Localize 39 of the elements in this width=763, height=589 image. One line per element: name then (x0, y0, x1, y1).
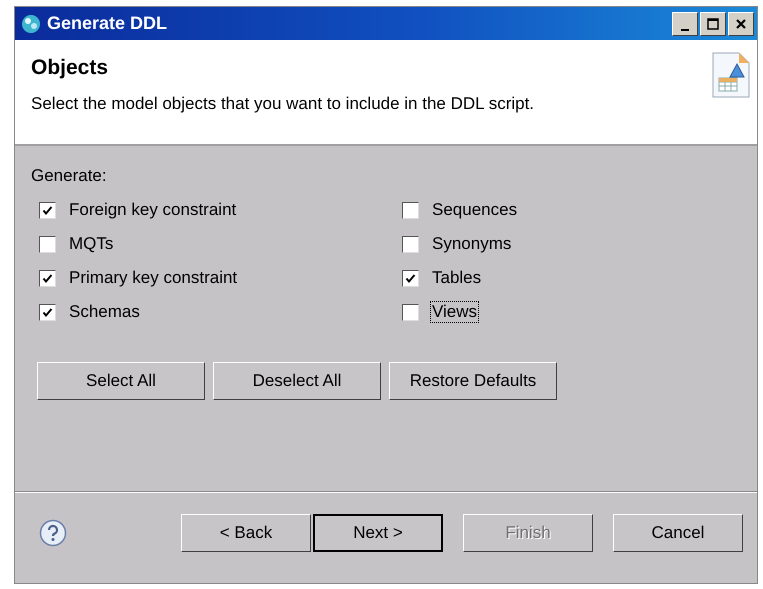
checkmark-icon (42, 306, 53, 318)
checkbox[interactable] (402, 236, 419, 252)
help-icon[interactable] (39, 519, 67, 547)
checkmark-icon (42, 272, 53, 284)
checkbox[interactable] (39, 270, 56, 286)
selection-button[interactable]: Select All (37, 362, 205, 400)
checkbox-label[interactable]: Synonyms (430, 233, 514, 255)
checkbox-label[interactable]: MQTs (67, 233, 116, 255)
selection-button[interactable]: Deselect All (213, 362, 381, 400)
globe-icon (21, 14, 41, 34)
minimize-icon (681, 28, 689, 30)
checkbox[interactable] (402, 304, 419, 320)
document-table-icon (711, 52, 751, 98)
checkbox-label[interactable]: Foreign key constraint (67, 199, 238, 221)
checkbox-label[interactable]: Views (430, 301, 480, 323)
checkbox[interactable] (402, 270, 419, 286)
checkbox[interactable] (39, 304, 56, 320)
generate-label: Generate: (31, 166, 108, 186)
minimize-button[interactable] (672, 12, 698, 36)
page-title: Objects (31, 56, 110, 80)
checkbox[interactable] (39, 236, 56, 252)
checkbox[interactable] (39, 202, 56, 218)
close-icon (735, 18, 747, 30)
wizard-button[interactable]: Cancel (613, 514, 743, 552)
page-description: Select the model objects that you want to include in the DDL script. (31, 94, 534, 114)
checkbox[interactable] (402, 202, 419, 218)
checkmark-icon (42, 204, 53, 216)
checkbox-label[interactable]: Schemas (67, 301, 142, 323)
checkbox-label[interactable]: Sequences (430, 199, 520, 221)
window-title: Generate DDL (47, 13, 168, 34)
selection-button[interactable]: Restore Defaults (389, 362, 557, 400)
maximize-icon (707, 18, 719, 30)
close-button[interactable] (728, 12, 754, 36)
checkbox-label[interactable]: Tables (430, 267, 484, 289)
maximize-button[interactable] (700, 12, 726, 36)
wizard-button[interactable]: < Back (181, 514, 311, 552)
wizard-button[interactable]: Next > (313, 514, 443, 552)
checkbox-label[interactable]: Primary key constraint (67, 267, 240, 289)
checkmark-icon (405, 272, 416, 284)
